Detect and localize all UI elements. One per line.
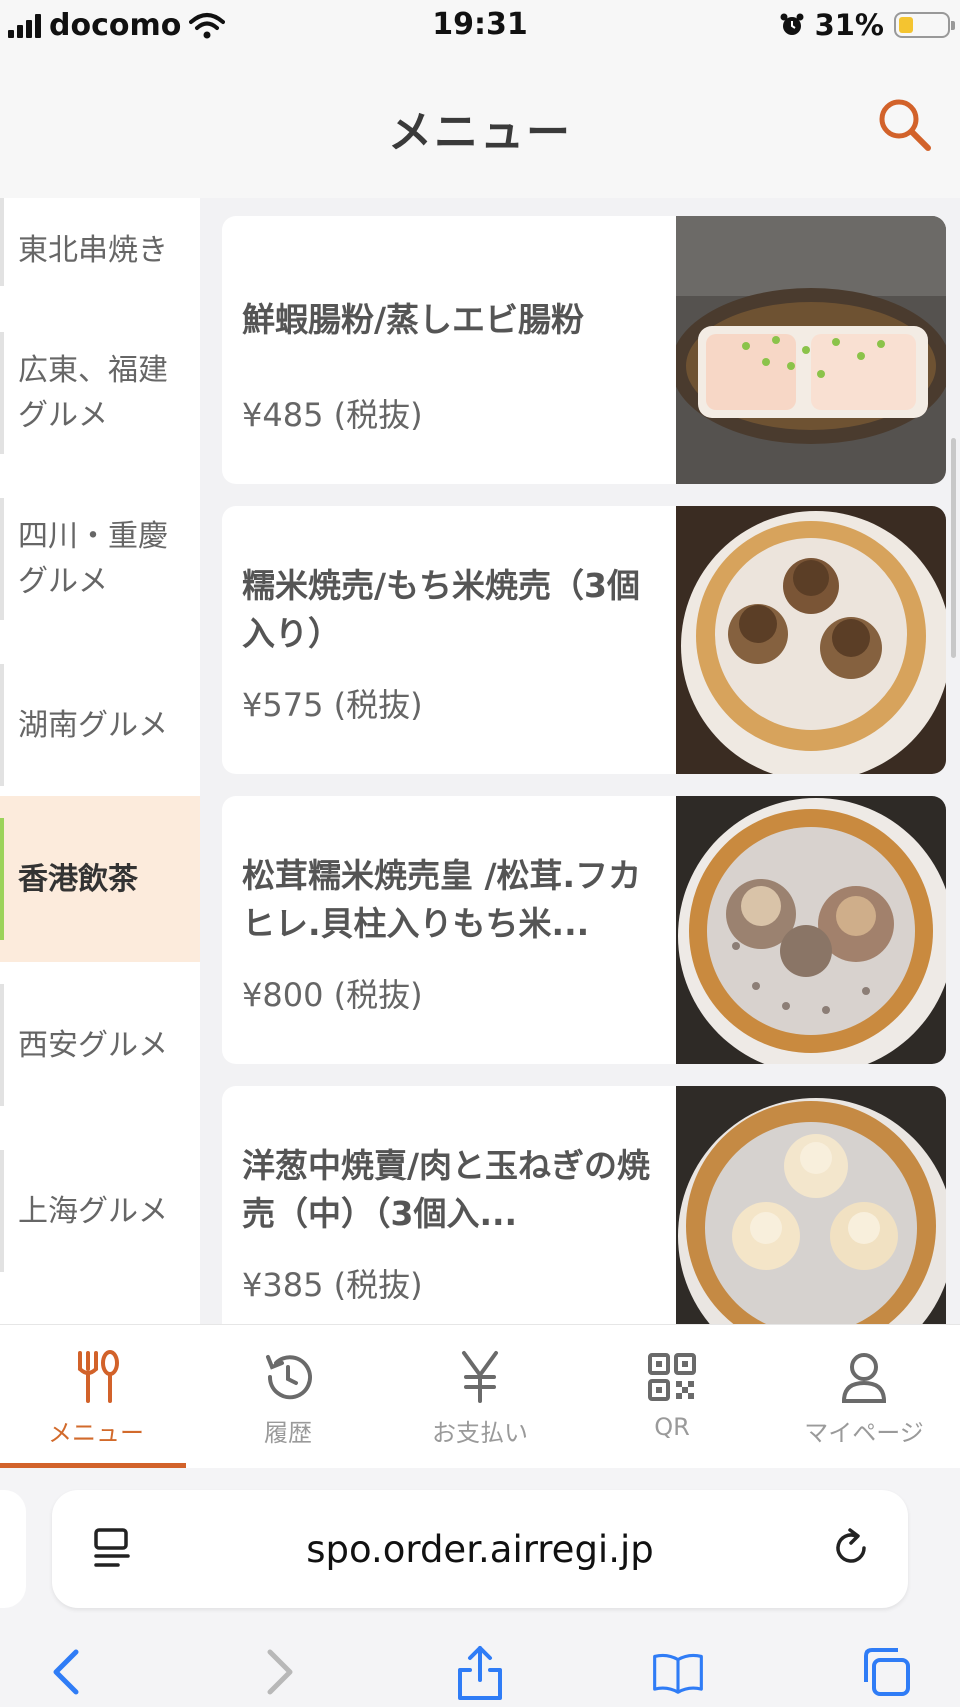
- menu-item-card[interactable]: 松茸糯米焼売皇 /松茸.フカヒレ.貝柱入りもち米... ¥800 (税抜): [222, 796, 946, 1064]
- tab-mypage[interactable]: マイページ: [768, 1325, 960, 1469]
- menu-item-card[interactable]: 鮮蝦腸粉/蒸しエビ腸粉 ¥485 (税抜): [222, 216, 946, 484]
- tab-label: お支払い: [432, 1419, 528, 1447]
- previous-tab-preview[interactable]: [0, 1490, 26, 1608]
- category-label: 西安グルメ: [18, 1027, 168, 1063]
- address-bar[interactable]: spo.order.airregi.jp: [52, 1490, 908, 1608]
- status-bar: docomo 19:31 31%: [0, 0, 960, 52]
- tab-label: マイページ: [804, 1419, 924, 1447]
- category-item-active[interactable]: 香港飲茶: [0, 796, 200, 962]
- status-right: 31%: [779, 8, 955, 42]
- tab-history[interactable]: 履歴: [192, 1325, 384, 1469]
- history-icon: [266, 1355, 312, 1400]
- search-icon[interactable]: [874, 94, 934, 154]
- tab-menu[interactable]: メニュー: [0, 1325, 192, 1469]
- page-title: メニュー: [388, 107, 572, 158]
- menu-item-name: 鮮蝦腸粉/蒸しエビ腸粉: [242, 300, 585, 339]
- tabs-icon[interactable]: [858, 1644, 914, 1700]
- tab-label: QR: [654, 1413, 690, 1441]
- category-label: 上海グルメ: [18, 1193, 168, 1229]
- fork-spoon-icon: [78, 1350, 119, 1403]
- category-sidebar[interactable]: 東北串焼き 広東、福建グルメ 四川・重慶グルメ 湖南グルメ 香港飲茶 西安グルメ…: [0, 198, 200, 1324]
- category-item[interactable]: 四川・重慶グルメ: [0, 476, 200, 642]
- category-item[interactable]: 上海グルメ: [0, 1128, 200, 1294]
- menu-item-photo: [676, 506, 946, 774]
- menu-item-price: ¥385 (税抜): [242, 1266, 423, 1304]
- menu-item-photo: [676, 1086, 946, 1324]
- bookmarks-icon[interactable]: [650, 1644, 706, 1700]
- menu-item-card[interactable]: 糯米焼売/もち米焼売（3個入り） ¥575 (税抜): [222, 506, 946, 774]
- category-item[interactable]: 広東、福建グルメ: [0, 310, 200, 476]
- share-icon[interactable]: [452, 1644, 508, 1700]
- menu-item-photo: [676, 216, 946, 484]
- menu-item-price: ¥575 (税抜): [242, 686, 423, 724]
- forward-icon[interactable]: [250, 1644, 306, 1700]
- scroll-indicator: [951, 438, 956, 658]
- menu-item-name: 松茸糯米焼売皇 /松茸.フカヒレ.貝柱入りもち米...: [242, 856, 642, 943]
- menu-list[interactable]: 鮮蝦腸粉/蒸しエビ腸粉 ¥485 (税抜) 糯米焼売/もち米焼売（3個入り） ¥…: [200, 198, 960, 1324]
- category-label: 香港飲茶: [18, 861, 138, 897]
- yen-icon: [462, 1351, 498, 1403]
- category-label: 四川・重慶グルメ: [18, 519, 168, 599]
- category-label: 東北串焼き: [18, 232, 168, 268]
- menu-item-card[interactable]: 洋葱中焼賣/肉と玉ねぎの焼売（中）（3個入... ¥385 (税抜): [222, 1086, 946, 1324]
- person-icon: [841, 1353, 887, 1403]
- qr-code-icon: [648, 1353, 696, 1401]
- reload-icon[interactable]: [830, 1526, 874, 1570]
- battery-icon: [894, 12, 955, 38]
- menu-item-name: 洋葱中焼賣/肉と玉ねぎの焼売（中）（3個入...: [242, 1146, 651, 1233]
- tab-qr[interactable]: QR: [576, 1325, 768, 1469]
- menu-item-photo: [676, 796, 946, 1064]
- url-text: spo.order.airregi.jp: [306, 1528, 654, 1571]
- browser-toolbar: spo.order.airregi.jp: [0, 1468, 960, 1707]
- category-item[interactable]: 東北串焼き: [0, 198, 200, 308]
- category-label: 広東、福建グルメ: [18, 353, 168, 433]
- tab-label: メニュー: [48, 1419, 144, 1447]
- tab-label: 履歴: [264, 1419, 312, 1447]
- tab-payment[interactable]: お支払い: [384, 1325, 576, 1469]
- category-label: 湖南グルメ: [18, 707, 168, 743]
- menu-item-price: ¥485 (税抜): [242, 396, 423, 434]
- category-item[interactable]: 西安グルメ: [0, 962, 200, 1128]
- app-header: メニュー: [0, 52, 960, 199]
- bottom-tab-bar: メニュー 履歴 お支払い QR マイページ: [0, 1324, 960, 1469]
- menu-item-price: ¥800 (税抜): [242, 976, 423, 1014]
- category-item[interactable]: 湖南グルメ: [0, 642, 200, 808]
- battery-percent: 31%: [814, 8, 884, 42]
- back-icon[interactable]: [40, 1644, 96, 1700]
- alarm-icon: [780, 13, 804, 35]
- menu-item-name: 糯米焼売/もち米焼売（3個入り）: [242, 566, 641, 653]
